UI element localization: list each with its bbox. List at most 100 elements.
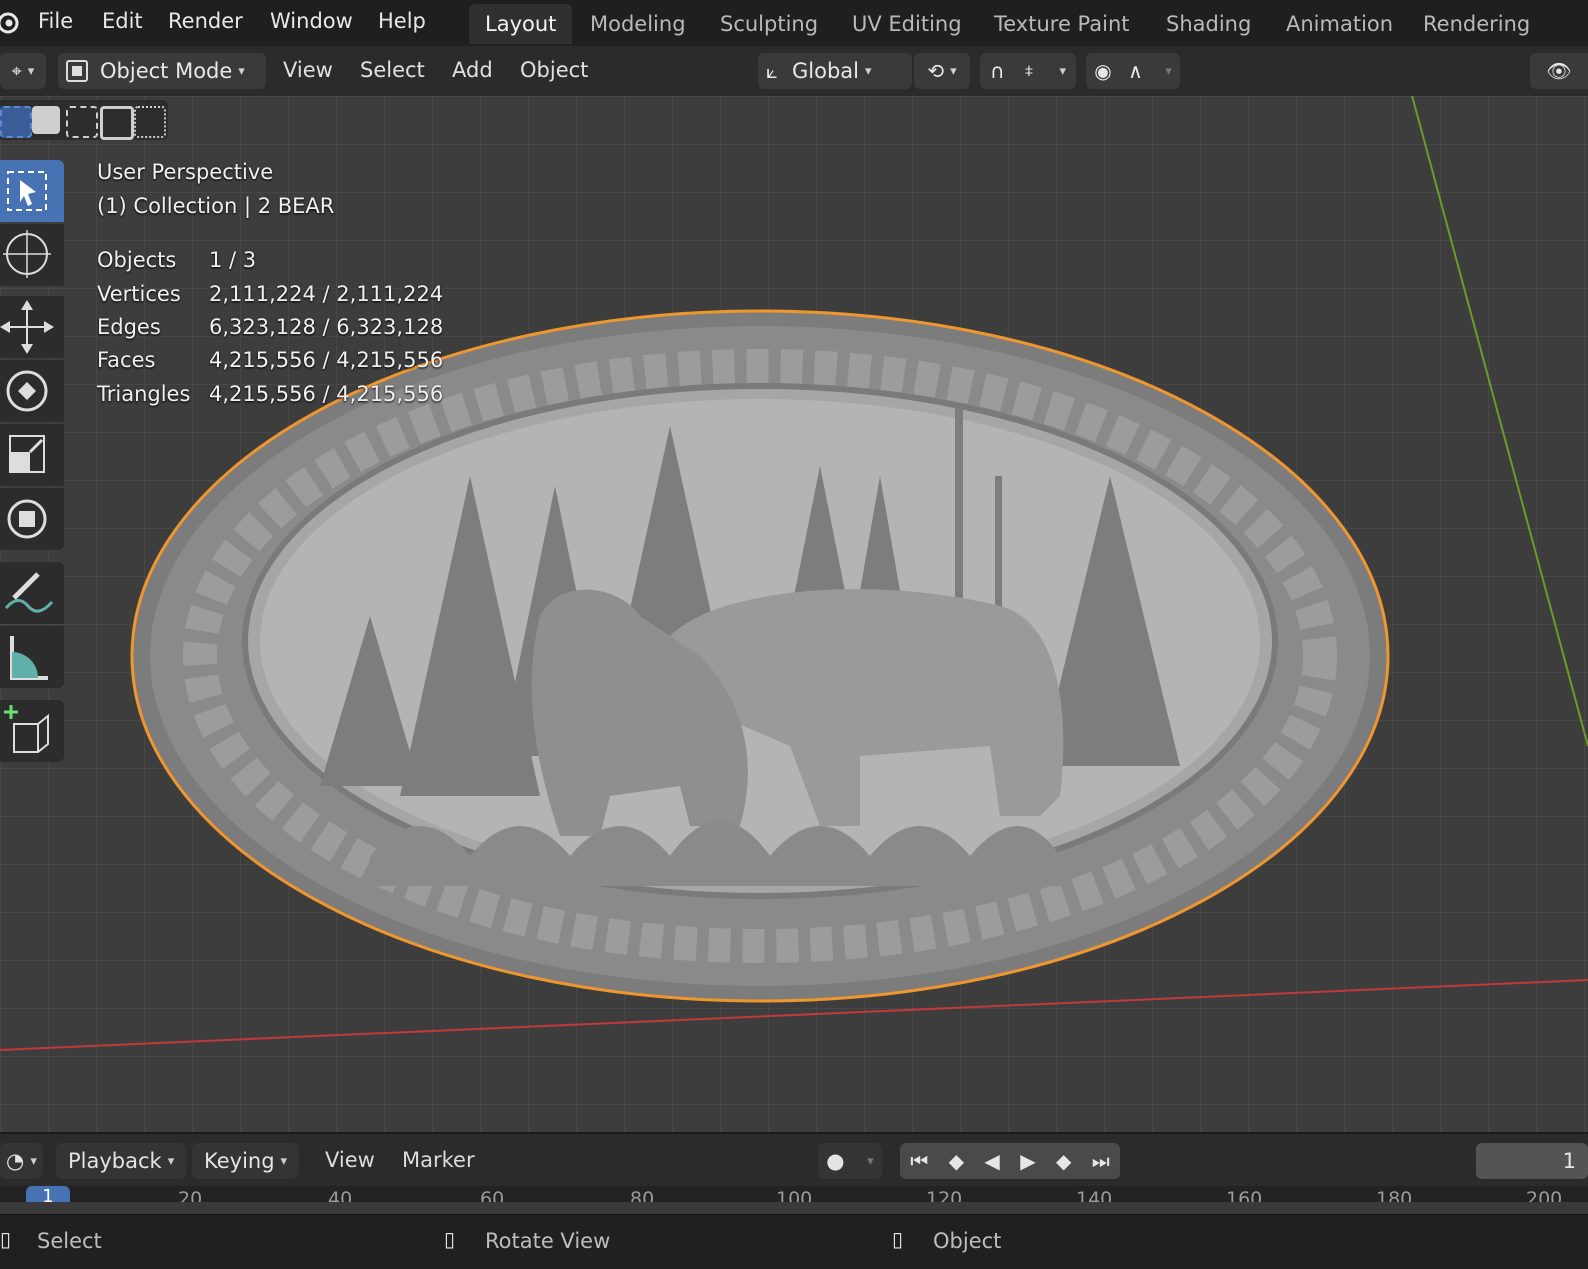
chevron-down-icon: ▾ — [1165, 63, 1172, 79]
mouse-right-icon: ▯ — [892, 1227, 904, 1251]
tab-layout[interactable]: Layout — [469, 4, 573, 44]
y-axis-line — [1411, 96, 1588, 747]
playback-dropdown[interactable]: Playback ▾ — [56, 1143, 187, 1179]
tool-measure[interactable] — [0, 626, 64, 688]
status-object-hint: Object — [933, 1229, 1002, 1253]
header-menu-view[interactable]: View — [283, 58, 333, 82]
editor-type-icon: ⌖ — [11, 60, 22, 82]
timeline-menu-marker[interactable]: Marker — [402, 1148, 475, 1172]
stat-vertices-label: Vertices — [97, 282, 181, 306]
stat-edges-value: 6,323,128 / 6,323,128 — [209, 315, 444, 339]
magnet-icon: ∩ — [990, 59, 1005, 83]
play-reverse-icon[interactable]: ◀ — [984, 1149, 999, 1173]
status-rotate-view-hint: Rotate View — [485, 1229, 611, 1253]
tab-shading[interactable]: Shading — [1150, 4, 1267, 44]
auto-keying-toggle[interactable]: ● ▾ — [818, 1143, 882, 1179]
playback-label: Playback — [68, 1149, 162, 1173]
object-mode-dropdown[interactable]: Object Mode ▾ — [58, 53, 266, 89]
snapping-controls[interactable]: ∩ ⧧ ▾ — [980, 53, 1076, 89]
timeline-header: ◔ ▾ Playback ▾ Keying ▾ View Marker ● ▾ ⏮ ◆ … — [0, 1132, 1588, 1188]
object-mode-icon — [66, 60, 88, 82]
falloff-curve-icon: ∧ — [1128, 59, 1143, 83]
tab-sculpting[interactable]: Sculpting — [704, 4, 834, 44]
stat-faces-label: Faces — [97, 348, 156, 372]
rotate-icon — [6, 370, 48, 412]
select-extend-icon[interactable] — [32, 106, 60, 134]
header-menu-add[interactable]: Add — [452, 58, 493, 82]
move-icon — [0, 300, 54, 354]
chevron-down-icon: ▾ — [867, 1153, 874, 1169]
selection-mode-buttons — [0, 100, 168, 140]
header-menu-select[interactable]: Select — [360, 58, 425, 82]
visibility-dropdown[interactable]: 👁 — [1530, 53, 1588, 89]
viewport-header: ⌖ ▾ Object Mode ▾ View Select Add Object … — [0, 46, 1588, 96]
menu-help[interactable]: Help — [378, 9, 426, 33]
select-subtract-icon[interactable] — [66, 106, 98, 138]
select-new-icon[interactable] — [0, 106, 32, 138]
stat-triangles-label: Triangles — [97, 382, 191, 406]
stat-vertices-value: 2,111,224 / 2,111,224 — [209, 282, 444, 306]
top-menu-bar: File Edit Render Window Help Layout Mode… — [0, 0, 1588, 46]
mouse-middle-icon: ▯ — [444, 1227, 456, 1251]
blender-logo-icon[interactable] — [0, 8, 22, 40]
stat-objects-value: 1 / 3 — [209, 248, 257, 272]
timeline-editor-type[interactable]: ◔ ▾ — [0, 1143, 43, 1179]
tool-select-box[interactable] — [0, 160, 64, 222]
play-icon[interactable]: ▶ — [1020, 1149, 1035, 1173]
header-menu-object[interactable]: Object — [520, 58, 588, 82]
proportional-editing-controls[interactable]: ◉ ∧ ▾ — [1086, 53, 1180, 89]
stat-triangles-value: 4,215,556 / 4,215,556 — [209, 382, 444, 406]
cursor-icon — [3, 230, 51, 278]
status-select-hint: Select — [37, 1229, 102, 1253]
chevron-down-icon: ▾ — [27, 63, 35, 79]
keying-dropdown[interactable]: Keying ▾ — [192, 1143, 300, 1179]
chevron-down-icon: ▾ — [1059, 63, 1066, 79]
tab-rendering[interactable]: Rendering — [1407, 4, 1546, 44]
select-invert-icon[interactable] — [100, 106, 134, 140]
chevron-down-icon: ▾ — [950, 63, 957, 79]
tool-cursor[interactable] — [0, 224, 64, 286]
menu-edit[interactable]: Edit — [102, 9, 143, 33]
stat-objects-label: Objects — [97, 248, 177, 272]
timeline-menu-view[interactable]: View — [325, 1148, 375, 1172]
menu-file[interactable]: File — [38, 9, 73, 33]
tab-texture-paint[interactable]: Texture Paint — [978, 4, 1146, 44]
menu-window[interactable]: Window — [270, 9, 353, 33]
pivot-point-dropdown[interactable]: ⟲ ▾ — [914, 53, 970, 89]
tool-add-cube[interactable] — [0, 700, 64, 762]
tool-scale[interactable] — [0, 424, 64, 486]
jump-end-icon[interactable]: ⏭ — [1092, 1149, 1110, 1173]
tool-transform[interactable] — [0, 488, 64, 550]
tab-animation[interactable]: Animation — [1270, 4, 1409, 44]
bear-relief-object[interactable] — [130, 309, 1390, 1003]
tool-annotate[interactable] — [0, 562, 64, 624]
pivot-icon: ⟲ — [927, 59, 945, 83]
clock-icon: ◔ — [6, 1149, 25, 1173]
jump-start-icon[interactable]: ⏮ — [910, 1149, 928, 1173]
select-intersect-icon[interactable] — [134, 106, 166, 138]
playback-controls: ⏮ ◆ ◀ ▶ ◆ ⏭ — [900, 1143, 1120, 1179]
prev-keyframe-icon[interactable]: ◆ — [949, 1149, 964, 1173]
current-frame-value: 1 — [1562, 1149, 1576, 1173]
tool-rotate[interactable] — [0, 360, 64, 422]
proportional-edit-icon: ◉ — [1094, 59, 1112, 83]
timeline-scrollbar[interactable] — [0, 1202, 1588, 1214]
current-frame-field[interactable]: 1 — [1476, 1143, 1588, 1179]
tab-uv-editing[interactable]: UV Editing — [836, 4, 978, 44]
timeline-ruler[interactable]: 1 20 40 60 80 100 120 140 160 180 200 — [0, 1186, 1588, 1214]
tab-modeling[interactable]: Modeling — [574, 4, 702, 44]
status-bar: ▯ Select ▯ Rotate View ▯ Object — [0, 1214, 1588, 1269]
transform-orientation-dropdown[interactable]: ⟀ Global ▾ — [758, 53, 912, 89]
select-box-icon — [7, 171, 47, 211]
keying-label: Keying — [204, 1149, 275, 1173]
stat-faces-value: 4,215,556 / 4,215,556 — [209, 348, 444, 372]
next-keyframe-icon[interactable]: ◆ — [1056, 1149, 1071, 1173]
add-cube-icon — [4, 705, 49, 753]
3d-viewport[interactable]: User Perspective (1) Collection | 2 BEAR… — [0, 96, 1588, 1132]
tool-move[interactable] — [0, 296, 64, 358]
editor-type-dropdown[interactable]: ⌖ ▾ — [0, 53, 46, 89]
chevron-down-icon: ▾ — [864, 63, 872, 79]
menu-render[interactable]: Render — [168, 9, 243, 33]
stat-edges-label: Edges — [97, 315, 161, 339]
annotate-pencil-icon — [4, 572, 54, 613]
